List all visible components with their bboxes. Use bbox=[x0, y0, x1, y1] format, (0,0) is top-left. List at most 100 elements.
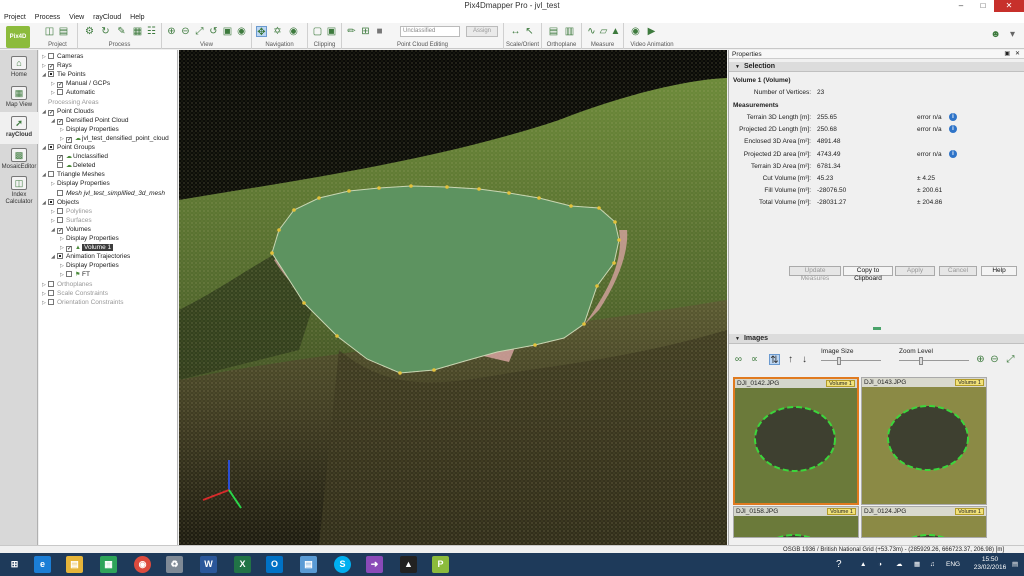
dropdown-chevron-icon[interactable]: ▾ bbox=[1007, 29, 1018, 40]
report-icon[interactable]: ▦ bbox=[132, 26, 143, 37]
selection-header[interactable]: ▼ Selection bbox=[729, 62, 1024, 72]
menu-process[interactable]: Process bbox=[35, 12, 60, 23]
nav-raycloud[interactable]: ➚ rayCloud bbox=[0, 112, 38, 144]
shield-icon[interactable]: ◑ bbox=[878, 553, 882, 576]
outlook-icon[interactable]: O bbox=[266, 556, 283, 573]
tree-checkbox[interactable]: ✓ bbox=[57, 227, 63, 234]
options-icon[interactable]: ☷ bbox=[146, 26, 157, 37]
update-measures-button[interactable]: Update Measures bbox=[789, 266, 841, 282]
tree-checkbox[interactable]: ✓ bbox=[66, 136, 72, 143]
link-icon[interactable]: ∞ bbox=[733, 354, 744, 365]
tree-item[interactable]: ▷ Cameras bbox=[42, 52, 83, 61]
user-account-icon[interactable]: ☻ bbox=[990, 29, 1001, 40]
help-button[interactable]: Help bbox=[981, 266, 1017, 276]
sort-descending-icon[interactable]: ↓ bbox=[799, 354, 810, 365]
orient-icon[interactable]: ↖ bbox=[524, 26, 535, 37]
store-icon[interactable]: ▦ bbox=[100, 556, 117, 573]
tree-item[interactable]: ▷ ✓ ▲ Volume 1 bbox=[60, 243, 114, 253]
close-icon[interactable]: ✕ bbox=[994, 0, 1024, 12]
image-thumbnail[interactable]: DJI_0143.JPG Volume 1 bbox=[861, 377, 987, 505]
image-thumbnail[interactable]: DJI_0158.JPG Volume 1 bbox=[733, 506, 859, 538]
cancel-button[interactable]: Cancel bbox=[939, 266, 977, 276]
polyline-icon[interactable]: ∿ bbox=[586, 26, 597, 37]
tree-item[interactable]: ◢ Tie Points bbox=[42, 70, 86, 79]
tree-item[interactable]: ▷ Surfaces bbox=[51, 216, 92, 225]
tree-item[interactable]: ◢ ✓ Densified Point Cloud bbox=[51, 116, 129, 125]
tree-checkbox[interactable]: ✓ bbox=[48, 64, 54, 71]
scale-icon[interactable]: ↔ bbox=[510, 26, 521, 37]
tree-item[interactable]: ▷ ⚑ FT bbox=[60, 270, 90, 279]
tree-checkbox[interactable] bbox=[48, 280, 54, 287]
ie-icon[interactable]: e bbox=[34, 556, 51, 573]
eye-icon[interactable]: ◉ bbox=[288, 26, 299, 37]
recycle-icon[interactable]: ♻ bbox=[166, 556, 183, 573]
float-panel-icon[interactable]: ▣ bbox=[1004, 50, 1010, 59]
volume-icon[interactable]: ▲ bbox=[610, 26, 621, 37]
clock[interactable]: 15:50 23/02/2016 bbox=[970, 553, 1010, 576]
menu-project[interactable]: Project bbox=[4, 12, 26, 23]
images-header[interactable]: ▼ Images bbox=[729, 334, 1024, 344]
chrome-icon[interactable]: ◉ bbox=[134, 556, 151, 573]
close-panel-icon[interactable]: ✕ bbox=[1015, 50, 1020, 59]
tree-checkbox[interactable]: ✓ bbox=[57, 155, 63, 162]
save-icon[interactable]: ▤ bbox=[58, 26, 69, 37]
assign-button[interactable]: Assign bbox=[466, 26, 498, 37]
sort-ascending-icon[interactable]: ↑ bbox=[785, 354, 796, 365]
tree-item[interactable]: ◢ Triangle Meshes bbox=[42, 170, 105, 179]
sort-images-icon[interactable]: ⇅ bbox=[769, 354, 780, 366]
zoom-fit-icon[interactable]: ⤢ bbox=[194, 26, 205, 37]
tree-checkbox[interactable] bbox=[57, 89, 63, 96]
tree-checkbox[interactable]: ✓ bbox=[57, 82, 63, 89]
clipping-edit-icon[interactable]: ▣ bbox=[326, 26, 337, 37]
menu-view[interactable]: View bbox=[69, 12, 84, 23]
help-tray-icon[interactable]: ? bbox=[836, 553, 842, 576]
minimize-icon[interactable]: – bbox=[950, 0, 972, 12]
cloud-icon[interactable]: ☁ bbox=[896, 553, 903, 576]
pix4d-icon[interactable]: P bbox=[432, 556, 449, 573]
explorer-icon[interactable]: ▤ bbox=[66, 556, 83, 573]
tree-checkbox[interactable] bbox=[48, 71, 54, 78]
tree-checkbox[interactable] bbox=[66, 271, 72, 278]
image-size-slider-handle[interactable] bbox=[837, 357, 841, 365]
network-icon[interactable]: ▦ bbox=[914, 553, 920, 576]
tree-checkbox[interactable] bbox=[57, 162, 63, 169]
arrow-app-icon[interactable]: ➜ bbox=[366, 556, 383, 573]
tree-checkbox[interactable] bbox=[57, 253, 63, 260]
language-indicator[interactable]: ENG bbox=[946, 553, 960, 576]
edit-densified-icon[interactable]: ✏ bbox=[346, 26, 357, 37]
tree-checkbox[interactable] bbox=[48, 298, 54, 305]
trackball-icon[interactable]: ✡ bbox=[272, 26, 283, 37]
tree-checkbox[interactable] bbox=[57, 216, 63, 223]
info-icon[interactable]: i bbox=[949, 113, 957, 121]
copy-to-clipboard-button[interactable]: Copy to Clipboard bbox=[843, 266, 893, 282]
camera-view-icon[interactable]: ◉ bbox=[236, 26, 247, 37]
zoom-out-image-icon[interactable]: ⊖ bbox=[989, 354, 1000, 365]
raycloud-3d-view[interactable] bbox=[179, 50, 727, 545]
volume-speaker-icon[interactable]: ♫ bbox=[930, 553, 935, 576]
menu-raycloud[interactable]: rayCloud bbox=[93, 12, 121, 23]
info-icon[interactable]: i bbox=[949, 149, 957, 158]
tree-checkbox[interactable] bbox=[48, 289, 54, 296]
orthoplane-add-icon[interactable]: ▥ bbox=[564, 26, 575, 37]
zoom-level-slider[interactable] bbox=[899, 360, 969, 361]
tree-item[interactable]: ▷ Scale Constraints bbox=[42, 289, 108, 298]
tree-checkbox[interactable] bbox=[48, 171, 54, 178]
play-icon[interactable]: ▶ bbox=[646, 26, 657, 37]
tree-item[interactable]: ◢ Animation Trajectories bbox=[51, 252, 130, 261]
nav-index-calculator[interactable]: ◫ Index Calculator bbox=[0, 172, 38, 214]
tree-item[interactable]: ▷ Orientation Constraints bbox=[42, 298, 123, 307]
edit-icon[interactable]: ✎ bbox=[116, 26, 127, 37]
tree-item[interactable]: ▷ Orthoplanes bbox=[42, 280, 92, 289]
skype-icon[interactable]: S bbox=[334, 556, 351, 573]
tree-item[interactable]: ▷ ✓ ☁jvl_test_densified_point_cloud bbox=[60, 134, 169, 143]
inkscape-icon[interactable]: ▲ bbox=[400, 556, 417, 573]
perspective-icon[interactable]: ▣ bbox=[222, 26, 233, 37]
add-point-icon[interactable]: ⊞ bbox=[360, 26, 371, 37]
open-project-icon[interactable]: ◫ bbox=[44, 26, 55, 37]
tree-checkbox[interactable] bbox=[57, 189, 63, 196]
image-thumbnail[interactable]: DJI_0142.JPG Volume 1 bbox=[733, 377, 859, 505]
reoptimize-icon[interactable]: ↻ bbox=[100, 26, 111, 37]
tree-item[interactable]: ▷ ✓ Manual / GCPs bbox=[51, 79, 110, 89]
surface-icon[interactable]: ▱ bbox=[598, 26, 609, 37]
apply-button[interactable]: Apply bbox=[895, 266, 935, 276]
